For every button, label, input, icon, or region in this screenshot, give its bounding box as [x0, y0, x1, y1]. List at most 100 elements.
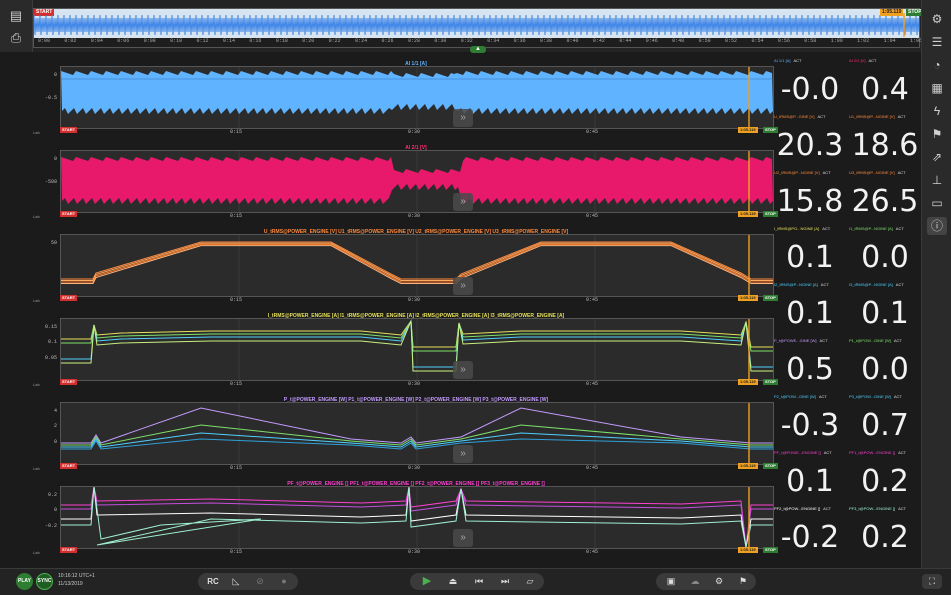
start-flag: START	[60, 295, 78, 301]
lightning-icon[interactable]: ϟ	[927, 102, 947, 120]
panel-plot	[61, 151, 773, 212]
fast-forward-icon[interactable]: »	[453, 193, 473, 211]
collapse-overview-button[interactable]: ▲	[470, 46, 486, 53]
overview-tick-label: 0:46	[645, 38, 658, 44]
fast-forward-icon[interactable]: »	[453, 529, 473, 547]
overview-tick-label: 0:36	[513, 38, 526, 44]
export-icon[interactable]: ⇗	[927, 148, 947, 166]
y-tick-label: -0.2	[44, 522, 57, 529]
readout-label-row: I3_tRMS@P...NGINE [A] ACT	[849, 282, 921, 287]
overview-tick-label: 0:48	[672, 38, 685, 44]
readout-act-label: ACT	[818, 394, 827, 399]
plot-area[interactable]: »	[60, 234, 774, 297]
play-button[interactable]: PLAY	[16, 573, 33, 590]
fast-forward-icon[interactable]: »	[453, 109, 473, 127]
cursor-icon[interactable]: ◺	[226, 573, 246, 590]
start-flag: START	[60, 379, 78, 385]
car-icon[interactable]: ▭	[927, 194, 947, 212]
overview-tick-label: 0:08	[143, 38, 156, 44]
readout-act-label: ACT	[893, 338, 902, 343]
sync-button[interactable]: SYNC	[36, 573, 53, 590]
overview-tick-label: 0:44	[619, 38, 632, 44]
overview-waveform	[34, 13, 919, 37]
readout-label-row: I_tRMS@PO...NGINE [A] ACT	[774, 226, 846, 231]
overview-tick-label: 0:50	[698, 38, 711, 44]
start-flag: START	[60, 127, 78, 133]
x-tick-label: 0:30	[408, 297, 421, 303]
skip-forward-icon[interactable]: ⏭	[494, 573, 516, 590]
chart-panel[interactable]: AI 2/1 [V]»0-500Lab0:150:300:451:00START…	[33, 144, 778, 226]
info-icon[interactable]: ⓘ	[927, 217, 947, 235]
gauge-icon[interactable]: ◔	[927, 56, 947, 74]
y-tick-label: -0.5	[44, 95, 57, 101]
y-tick-label: 0.1	[47, 339, 57, 346]
chart-panel[interactable]: I_tRMS@POWER_ENGINE [A] I1_tRMS@POWER_EN…	[33, 312, 778, 394]
rc-button[interactable]: RC	[202, 573, 224, 590]
marker-flag-icon[interactable]: ⚑	[732, 573, 754, 590]
print-icon[interactable]: ⎙	[6, 30, 26, 46]
readout-channel-name: P3_t@POW...GINE [W]	[849, 394, 891, 399]
readout-label-row: P1_t@POW...GINE [W] ACT	[849, 338, 921, 343]
play-icon[interactable]: ▶	[416, 573, 438, 590]
readout-channel-name: AI 2/1 [V]	[849, 58, 866, 63]
x-tick-label: 0:15	[230, 297, 243, 303]
readout-act-label: ACT	[895, 282, 904, 287]
layers-icon[interactable]: ▤	[6, 8, 26, 24]
plot-area[interactable]: »	[60, 150, 774, 213]
readout-value: 26.5	[851, 184, 919, 219]
fast-forward-icon[interactable]: »	[453, 277, 473, 295]
open-folder-icon[interactable]: ▱	[518, 573, 542, 590]
unit-label: Lab	[33, 550, 40, 555]
readout-label-row: I1_tRMS@P...NGINE [A] ACT	[849, 226, 921, 231]
readout-act-label: ACT	[823, 506, 832, 511]
y-tick-label: 0	[53, 156, 57, 162]
overview-tick-label: 0:10	[170, 38, 183, 44]
chart-panel[interactable]: P_t@POWER_ENGINE [W] P1_t@POWER_ENGINE […	[33, 396, 778, 478]
x-tick-label: 0:15	[230, 549, 243, 555]
fullscreen-icon[interactable]: ⛶	[922, 574, 942, 589]
overview-bar: ▤ ⎙ START 1:05.119 STOP 0:00 0:02 0:04 0:06…	[0, 0, 951, 53]
readout-act-label: ACT	[793, 58, 802, 63]
overview-tick-label: 0:30	[434, 38, 447, 44]
fast-forward-icon[interactable]: »	[453, 445, 473, 463]
x-tick-label: 0:45	[586, 213, 599, 219]
unit-label: Lab	[33, 214, 40, 219]
readout-value: -0.3	[780, 408, 840, 443]
readout-label-row: AI 1/1 [A] ACT	[774, 58, 846, 63]
overview-end-time: 1:05.119	[880, 9, 904, 16]
fast-forward-icon[interactable]: »	[453, 361, 473, 379]
recorder-controls: RC ◺ ⊘ ●	[198, 573, 298, 590]
link-icon[interactable]: ⊘	[250, 573, 270, 590]
gear-icon[interactable]: ⚙	[927, 10, 947, 28]
readout-label-row: U_tRMS@P...GINE [V] ACT	[774, 114, 846, 119]
list-icon[interactable]: ☰	[927, 33, 947, 51]
plot-area[interactable]: »	[60, 486, 774, 549]
readout-label-row: P_t@POWE...GINE [W] ACT	[774, 338, 846, 343]
settings-save-icon[interactable]: ⚙	[708, 573, 730, 590]
cloud-icon[interactable]: ☁	[684, 573, 706, 590]
save-icon[interactable]: ▣	[660, 573, 682, 590]
plot-area[interactable]: »	[60, 318, 774, 381]
overview-timeline[interactable]: START 1:05.119 STOP 0:00 0:02 0:04 0:06 0:08…	[33, 8, 924, 48]
readout-label-row: P2_t@POW...GINE [W] ACT	[774, 394, 846, 399]
overview-tick-label: 0:06	[117, 38, 130, 44]
plot-area[interactable]: »	[60, 402, 774, 465]
readout-act-label: ACT	[820, 282, 829, 287]
record-icon[interactable]: ●	[274, 573, 294, 590]
chart-panel[interactable]: PF_t@POWER_ENGINE [] PF1_t@POWER_ENGINE …	[33, 480, 778, 562]
skip-back-icon[interactable]: ⏮	[468, 573, 490, 590]
x-tick-label: 0:45	[586, 465, 599, 471]
chart-panel[interactable]: U_tRMS@POWER_ENGINE [V] U1_tRMS@POWER_EN…	[33, 228, 778, 310]
plot-area[interactable]: »	[60, 66, 774, 129]
y-tick-label: 0.15	[44, 324, 57, 330]
start-flag: START	[60, 463, 78, 469]
eject-icon[interactable]: ⏏	[442, 573, 464, 590]
panel-plot	[61, 487, 773, 548]
network-icon[interactable]: ⊥	[927, 171, 947, 189]
readout-value: 0.2	[861, 464, 909, 499]
chart-panel[interactable]: AI 1/1 [A]»0-0.5Lab0:150:300:451:00START…	[33, 60, 778, 142]
readout-channel-name: P2_t@POW...GINE [W]	[774, 394, 816, 399]
report-icon[interactable]: ▦	[927, 79, 947, 97]
readout-channel-name: PF_t@POWE...ENGINE []	[774, 450, 821, 455]
flag-icon[interactable]: ⚑	[927, 125, 947, 143]
